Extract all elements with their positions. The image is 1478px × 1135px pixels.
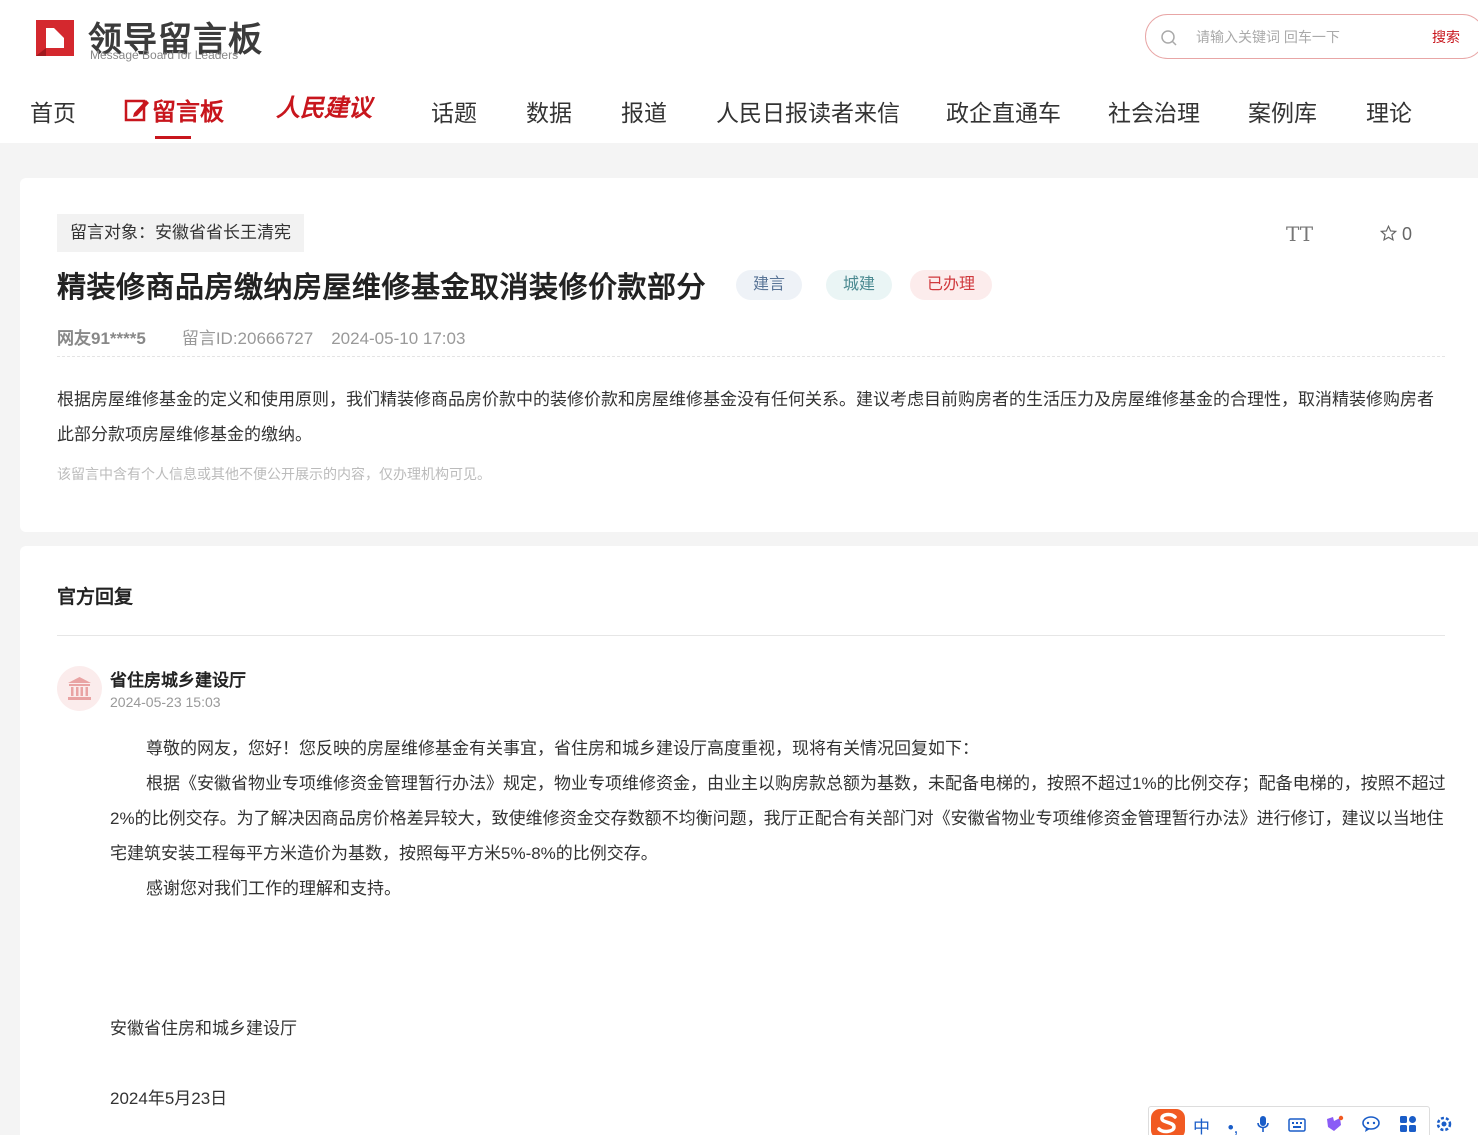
sogou-logo-icon <box>1151 1109 1185 1135</box>
reply-org-name: 省住房城乡建设厅 <box>110 671 246 690</box>
nav-topics[interactable]: 话题 <box>431 94 477 128</box>
reply-body: 尊敬的网友，您好！您反映的房屋维修基金有关事宜，省住房和城乡建设厅高度重视，现将… <box>110 731 1450 906</box>
nav-active-indicator <box>155 136 191 139</box>
government-building-icon <box>68 677 91 700</box>
message-card: 留言对象：安徽省省长王清宪 TT 0 精装修商品房缴纳房屋维修基金取消装修价款部… <box>20 178 1478 532</box>
nav-reports[interactable]: 报道 <box>621 94 667 128</box>
edit-icon <box>124 99 149 122</box>
reply-paragraph: 根据《安徽省物业专项维修资金管理暂行办法》规定，物业专项维修资金，由业主以购房款… <box>110 774 1446 863</box>
logo-subtitle: Message Board for Leaders <box>90 48 239 62</box>
ime-toolbar[interactable]: 中 •, <box>1148 1106 1452 1135</box>
search-input[interactable] <box>1196 25 1436 49</box>
site-header: 领导留言板 Message Board for Leaders 搜索 首页 留言… <box>0 0 1478 143</box>
nav-message-board-label: 留言板 <box>152 99 224 126</box>
ime-punct[interactable]: •, <box>1228 1118 1239 1135</box>
logo-mark-icon <box>36 20 74 56</box>
nav-theory[interactable]: 理论 <box>1366 94 1412 128</box>
favorite-button[interactable]: 0 <box>1379 224 1413 245</box>
favorite-count: 0 <box>1402 224 1413 244</box>
site-logo[interactable]: 领导留言板 Message Board for Leaders <box>30 12 270 66</box>
reply-sign-date: 2024年5月23日 <box>110 1089 228 1108</box>
message-id: 留言ID:20666727 <box>181 329 314 348</box>
divider <box>57 635 1445 636</box>
reply-card: 官方回复 省住房城乡建设厅 2024-05-23 15:03 尊敬的网友，您好！… <box>20 546 1478 1135</box>
star-icon <box>1379 224 1398 242</box>
message-target: 留言对象：安徽省省长王清宪 <box>57 214 304 252</box>
nav-home[interactable]: 首页 <box>30 94 76 128</box>
message-title: 精装修商品房缴纳房屋维修基金取消装修价款部分 <box>57 272 707 304</box>
nav-case-library[interactable]: 案例库 <box>1248 94 1317 128</box>
nav-social-governance[interactable]: 社会治理 <box>1108 94 1200 128</box>
nav-gov-direct[interactable]: 政企直通车 <box>946 94 1061 128</box>
chat-icon[interactable] <box>1361 1115 1381 1135</box>
nav-readers-letters[interactable]: 人民日报读者来信 <box>716 94 900 128</box>
ime-mode[interactable]: 中 <box>1193 1113 1210 1135</box>
message-meta: 网友91****5 留言ID:20666727 2024-05-10 17:03 <box>57 324 465 349</box>
reply-datetime: 2024-05-23 15:03 <box>110 694 221 710</box>
apps-icon[interactable] <box>1399 1115 1417 1135</box>
nav-message-board[interactable]: 留言板 <box>124 92 224 127</box>
reply-paragraph: 尊敬的网友，您好！您反映的房屋维修基金有关事宜，省住房和城乡建设厅高度重视，现将… <box>146 739 979 758</box>
divider <box>57 356 1445 357</box>
search-icon <box>1161 30 1177 46</box>
reply-paragraph: 感谢您对我们工作的理解和支持。 <box>146 879 401 898</box>
microphone-icon[interactable] <box>1256 1115 1270 1135</box>
ime-items: 中 •, <box>1193 1113 1466 1135</box>
keyboard-icon[interactable] <box>1288 1117 1306 1135</box>
nav-people-suggest[interactable]: 人民建议 <box>276 88 372 123</box>
message-body: 根据房屋维修基金的定义和使用原则，我们精装修商品房价款中的装修价款和房屋维修基金… <box>57 390 1434 444</box>
reply-signature: 安徽省住房和城乡建设厅 <box>110 1019 297 1038</box>
privacy-notice: 该留言中含有个人信息或其他不便公开展示的内容，仅办理机构可见。 <box>57 466 491 482</box>
settings-icon[interactable] <box>1435 1115 1453 1135</box>
search-button[interactable]: 搜索 <box>1432 27 1460 47</box>
tag-urban-construction[interactable]: 城建 <box>826 270 893 300</box>
skin-icon[interactable] <box>1324 1115 1344 1135</box>
search-box: 搜索 <box>1145 14 1478 59</box>
reply-heading: 官方回复 <box>57 587 134 608</box>
message-datetime: 2024-05-10 17:03 <box>331 329 466 348</box>
status-badge: 已办理 <box>910 270 993 300</box>
avatar <box>57 666 102 711</box>
font-size-icon[interactable]: TT <box>1286 222 1313 246</box>
main-nav: 首页 留言板 人民建议 话题 数据 报道 人民日报读者来信 政企直通车 社会治理… <box>0 84 1478 140</box>
tag-suggestion[interactable]: 建言 <box>736 270 803 300</box>
nav-data[interactable]: 数据 <box>526 94 572 128</box>
author-name: 网友91****5 <box>57 329 146 348</box>
